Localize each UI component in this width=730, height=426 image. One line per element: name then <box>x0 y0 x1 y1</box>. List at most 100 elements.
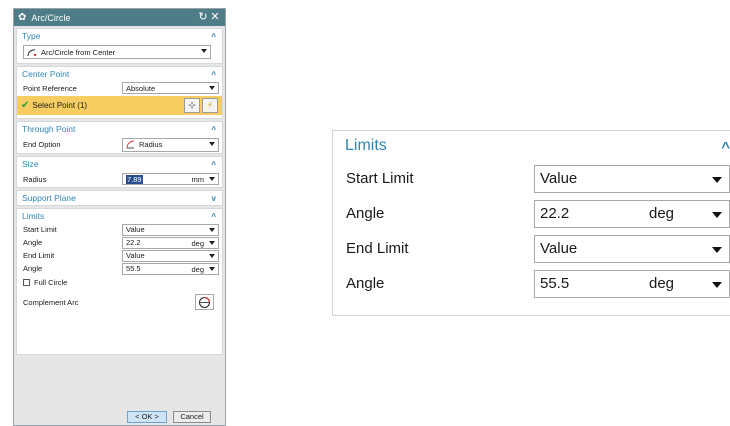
chevron-down-icon <box>209 177 215 181</box>
end-option-dropdown[interactable]: Radius <box>122 137 219 152</box>
type-section-header[interactable]: Type ^ <box>17 29 222 43</box>
dialog-title: Arc/Circle <box>31 12 71 23</box>
chevron-down-icon <box>209 227 215 232</box>
end-angle-row: Angle 55.5 deg <box>17 262 222 275</box>
radius-icon <box>126 140 135 149</box>
radius-field[interactable]: 7.89 mm <box>122 173 219 185</box>
close-icon[interactable]: ✕ <box>209 12 221 23</box>
inferred-point-button[interactable]: ⚡ <box>202 98 218 113</box>
center-point-title: Center Point <box>22 69 70 79</box>
chevron-down-icon <box>209 266 215 271</box>
zoom-start-angle-field[interactable]: 22.2 deg <box>534 199 730 228</box>
radius-value[interactable]: 7.89 <box>126 174 143 184</box>
end-limit-value: Value <box>126 251 145 260</box>
collapse-chevron-icon[interactable]: ^ <box>211 70 216 79</box>
arc-from-center-icon <box>27 48 37 56</box>
complement-arc-row: Complement Arc <box>17 289 222 315</box>
point-reference-label: Point Reference <box>23 83 77 93</box>
gear-icon: ✿ <box>18 12 27 23</box>
end-angle-value[interactable]: 55.5 <box>126 264 141 273</box>
start-angle-field[interactable]: 22.2 deg <box>122 236 219 249</box>
collapse-chevron-icon[interactable]: ^ <box>211 32 216 41</box>
start-limit-row: Start Limit Value <box>17 223 222 236</box>
support-plane-section: Support Plane v <box>16 190 223 206</box>
dialog-titlebar: ✿ Arc/Circle ↻ ✕ <box>14 9 225 26</box>
radius-label: Radius <box>23 174 47 184</box>
point-reference-row: Point Reference Absolute <box>17 81 222 95</box>
chevron-down-icon <box>209 141 215 146</box>
zoom-row-label: Angle <box>346 275 385 292</box>
type-section: Type ^ Arc/Circle from Center <box>16 28 223 64</box>
chevron-down-icon <box>209 253 215 258</box>
reset-icon[interactable]: ↻ <box>197 12 209 23</box>
select-point-row[interactable]: ✔ Select Point (1) ⊹ ⚡ <box>17 96 222 115</box>
complement-arc-label: Complement Arc <box>23 297 79 307</box>
zoom-row-label: Angle <box>346 205 385 222</box>
full-circle-label: Full Circle <box>34 277 68 287</box>
collapse-chevron-icon[interactable]: ^ <box>211 212 216 221</box>
complement-arc-icon <box>199 296 211 308</box>
ok-button[interactable]: < OK > <box>127 410 167 423</box>
start-limit-label: Start Limit <box>23 225 57 234</box>
zoom-row-unit: deg <box>649 205 675 222</box>
limits-zoom-panel: Limits ^ Start Limit Value Angle 22.2 de… <box>332 130 730 316</box>
start-limit-dropdown[interactable]: Value <box>122 223 219 236</box>
end-limit-label: End Limit <box>23 251 55 260</box>
zoom-end-angle-field[interactable]: 55.5 deg <box>534 269 730 298</box>
collapse-chevron-icon[interactable]: ^ <box>211 125 216 134</box>
zoom-limits-header[interactable]: Limits ^ <box>333 131 730 161</box>
zoom-row-value[interactable]: 55.5 <box>540 275 569 292</box>
chevron-down-icon <box>209 240 215 245</box>
limits-header[interactable]: Limits ^ <box>17 209 222 223</box>
support-plane-title: Support Plane <box>22 193 76 203</box>
point-dialog-button[interactable]: ⊹ <box>184 98 200 113</box>
zoom-limits-title: Limits <box>345 137 387 154</box>
expand-chevron-icon[interactable]: v <box>212 194 216 203</box>
type-section-title: Type <box>22 31 41 41</box>
end-option-label: End Option <box>23 140 61 149</box>
size-header[interactable]: Size ^ <box>17 157 222 171</box>
chevron-down-icon <box>712 246 722 253</box>
type-dropdown[interactable]: Arc/Circle from Center <box>23 45 211 59</box>
zoom-end-limit-dropdown[interactable]: Value <box>534 234 730 263</box>
size-section: Size ^ Radius 7.89 mm <box>16 156 223 188</box>
start-angle-unit: deg <box>191 238 204 248</box>
zoom-start-limit-row: Start Limit Value <box>333 161 730 196</box>
complement-arc-button[interactable] <box>195 294 214 310</box>
zoom-row-unit: deg <box>649 275 675 292</box>
zoom-start-limit-dropdown[interactable]: Value <box>534 164 730 193</box>
limits-section: Limits ^ Start Limit Value Angle 22.2 de… <box>16 208 223 355</box>
end-option-value: Radius <box>139 140 163 149</box>
cancel-button[interactable]: Cancel <box>173 410 211 423</box>
start-angle-value[interactable]: 22.2 <box>126 238 141 247</box>
start-limit-value: Value <box>126 225 145 234</box>
zoom-row-value: Value <box>540 240 578 257</box>
end-angle-label: Angle <box>23 264 43 273</box>
point-reference-dropdown[interactable]: Absolute <box>122 82 219 94</box>
end-option-row: End Option Radius <box>17 136 222 153</box>
collapse-chevron-icon[interactable]: ^ <box>721 139 730 156</box>
chevron-down-icon <box>712 211 722 218</box>
center-point-section: Center Point ^ Point Reference Absolute … <box>16 66 223 119</box>
through-point-header[interactable]: Through Point ^ <box>17 122 222 136</box>
radius-unit: mm <box>191 175 205 184</box>
end-angle-field[interactable]: 55.5 deg <box>122 262 219 275</box>
chevron-down-icon <box>712 176 722 183</box>
zoom-end-limit-row: End Limit Value <box>333 231 730 266</box>
arc-circle-dialog: ✿ Arc/Circle ↻ ✕ Type ^ Arc/Circle from … <box>13 8 226 426</box>
point-constructor-icon: ⊹ <box>188 100 196 110</box>
zoom-row-label: End Limit <box>346 240 409 257</box>
chevron-down-icon <box>201 49 207 53</box>
zoom-start-angle-row: Angle 22.2 deg <box>333 196 730 231</box>
end-limit-dropdown[interactable]: Value <box>122 249 219 262</box>
zoom-row-value[interactable]: 22.2 <box>540 205 569 222</box>
point-reference-value: Absolute <box>126 83 156 93</box>
zoom-row-value: Value <box>540 170 578 187</box>
select-point-label: Select Point (1) <box>32 101 88 110</box>
support-plane-header[interactable]: Support Plane v <box>17 191 222 205</box>
full-circle-checkbox[interactable] <box>23 278 30 286</box>
start-angle-label: Angle <box>23 238 43 247</box>
collapse-chevron-icon[interactable]: ^ <box>211 160 216 169</box>
center-point-header[interactable]: Center Point ^ <box>17 67 222 81</box>
type-value: Arc/Circle from Center <box>41 47 116 57</box>
